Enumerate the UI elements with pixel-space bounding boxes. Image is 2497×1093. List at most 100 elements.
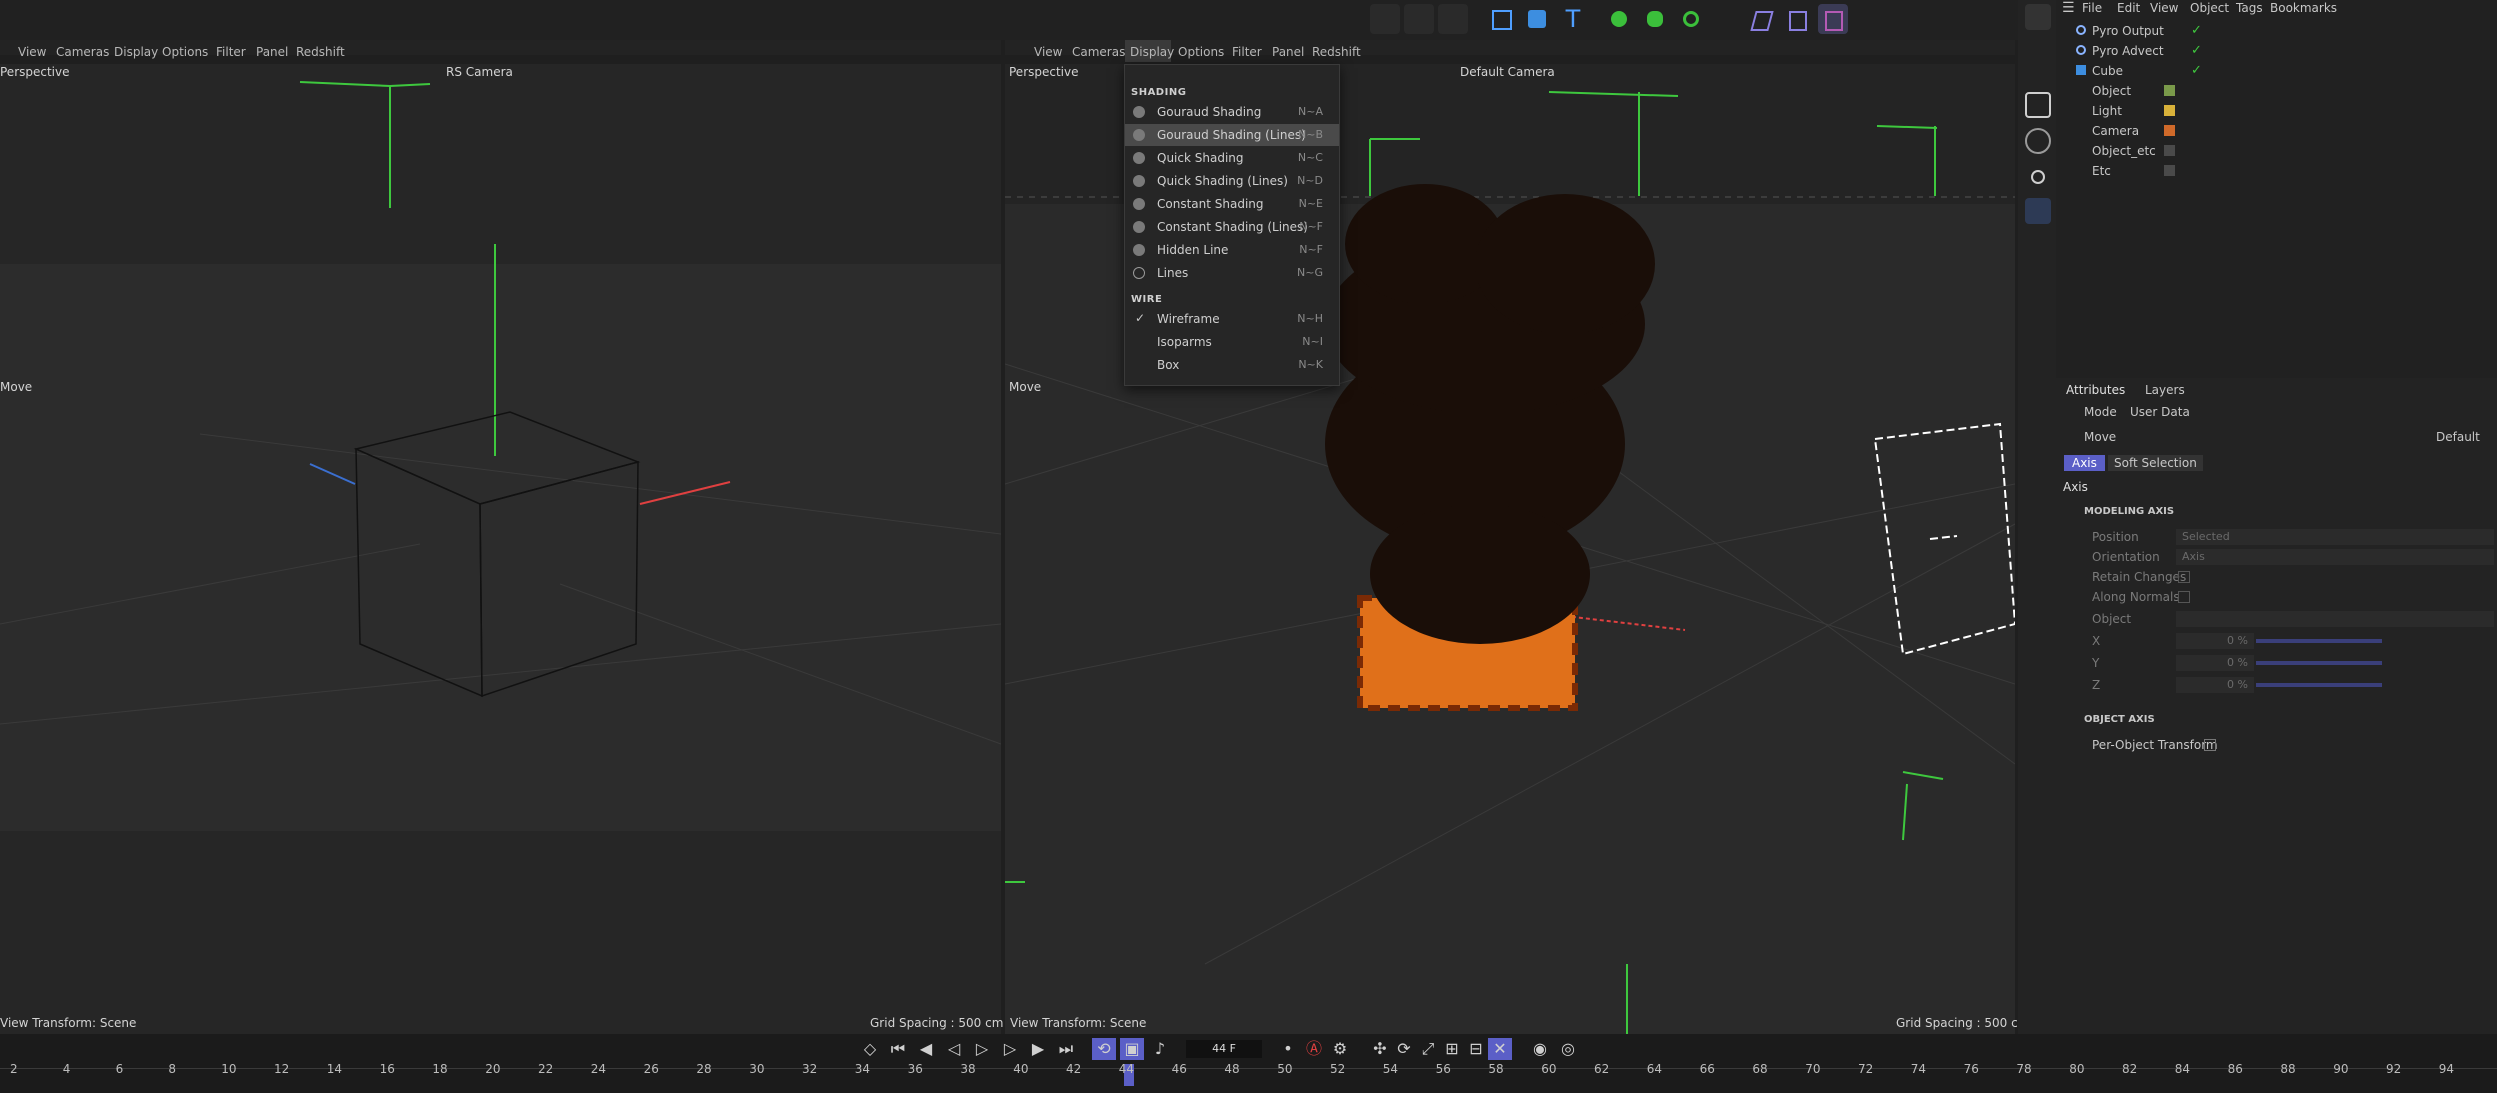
om-menu-bookmarks[interactable]: Bookmarks	[2270, 1, 2337, 15]
menu-lines[interactable]: Lines N~G	[1125, 262, 1339, 284]
menu-wireframe[interactable]: ✓ Wireframe N~H	[1125, 308, 1339, 330]
om-menu-tags[interactable]: Tags	[2236, 1, 2263, 15]
left-menu-view[interactable]: View	[18, 45, 46, 59]
key-point-icon[interactable]: ✕	[1488, 1038, 1512, 1060]
snap-settings-icon[interactable]	[2025, 602, 2051, 628]
right-menu-cameras[interactable]: Cameras	[1072, 45, 1125, 59]
right-menu-redshift[interactable]: Redshift	[1312, 45, 1361, 59]
key-scale-icon[interactable]: ⤢	[1416, 1038, 1440, 1060]
om-menu-file[interactable]: File	[2082, 1, 2102, 15]
left-menu-panel[interactable]: Panel	[256, 45, 288, 59]
z-slider[interactable]	[2256, 683, 2382, 687]
object-row-pyro-advect[interactable]: Pyro Advect ✓	[2060, 41, 2497, 61]
keyframe-settings-icon[interactable]: ⚙	[1328, 1038, 1352, 1060]
pencil-icon[interactable]	[2025, 4, 2051, 30]
key-pla-icon[interactable]: ⊟	[1464, 1038, 1488, 1060]
om-menu-edit[interactable]: Edit	[2117, 1, 2140, 15]
previous-frame-icon[interactable]: ◁	[942, 1038, 966, 1060]
x-slider[interactable]	[2256, 639, 2382, 643]
preset-dropdown[interactable]: Default	[2436, 430, 2480, 444]
right-camera-label[interactable]: Default Camera	[1460, 65, 1555, 79]
object-row-object-etc[interactable]: Object_etc	[2060, 141, 2497, 161]
keyframe-icon[interactable]: ◇	[858, 1038, 882, 1060]
snap-icon[interactable]	[2025, 566, 2051, 592]
motion-mode-icon[interactable]: ◎	[1556, 1038, 1580, 1060]
bend-icon[interactable]	[1782, 4, 1812, 34]
right-menu-display[interactable]: Display	[1130, 45, 1174, 59]
modeling-axis-header[interactable]: MODELING AXIS	[2084, 506, 2174, 517]
right-menu-panel[interactable]: Panel	[1272, 45, 1304, 59]
tab-layers[interactable]: Layers	[2145, 383, 2185, 397]
retain-changes-checkbox[interactable]	[2178, 571, 2190, 583]
left-camera-label[interactable]: RS Camera	[446, 65, 513, 79]
object-row-light[interactable]: Light	[2060, 101, 2497, 121]
previous-key-icon[interactable]: ◀	[914, 1038, 938, 1060]
menu-isoparms[interactable]: Isoparms N~I	[1125, 331, 1339, 353]
next-key-icon[interactable]: ▶	[1026, 1038, 1050, 1060]
text-icon[interactable]: T	[1558, 4, 1588, 34]
object-row-cube[interactable]: Cube ✓	[2060, 61, 2497, 81]
move-select-icon[interactable]	[1404, 4, 1434, 34]
menu-constant-shading-lines[interactable]: Constant Shading (Lines) N~F	[1125, 216, 1339, 238]
spline-icon[interactable]	[1818, 4, 1848, 34]
record-dot-icon[interactable]: •	[1276, 1038, 1300, 1060]
motion-record-icon[interactable]: ◉	[1528, 1038, 1552, 1060]
sphere-icon[interactable]	[2025, 128, 2051, 154]
loop-icon[interactable]: ⟲	[1092, 1038, 1116, 1060]
left-menu-redshift[interactable]: Redshift	[296, 45, 345, 59]
object-field[interactable]	[2176, 611, 2494, 627]
menu-hidden-line[interactable]: Hidden Line N~F	[1125, 239, 1339, 261]
attr-userdata-menu[interactable]: User Data	[2130, 405, 2190, 419]
right-menu-filter[interactable]: Filter	[1232, 45, 1262, 59]
hamburger-icon[interactable]: ☰	[2062, 0, 2075, 16]
square-icon[interactable]	[1486, 4, 1516, 34]
live-selection-icon[interactable]	[1370, 4, 1400, 34]
left-menu-filter[interactable]: Filter	[216, 45, 246, 59]
cube-icon[interactable]	[1522, 4, 1552, 34]
z-value-field[interactable]: 0 %	[2176, 677, 2254, 693]
per-object-transform-checkbox[interactable]	[2204, 739, 2216, 751]
go-to-start-icon[interactable]: ⏮	[886, 1038, 910, 1060]
om-menu-view[interactable]: View	[2150, 1, 2178, 15]
scale-icon[interactable]	[1438, 4, 1468, 34]
menu-quick-shading-lines[interactable]: Quick Shading (Lines) N~D	[1125, 170, 1339, 192]
y-slider[interactable]	[2256, 661, 2382, 665]
key-position-icon[interactable]: ✣	[1368, 1038, 1392, 1060]
left-menu-options[interactable]: Options	[162, 45, 208, 59]
current-frame-field[interactable]: 44 F	[1186, 1040, 1262, 1058]
object-row-etc[interactable]: Etc	[2060, 161, 2497, 181]
sound-icon[interactable]: ♪	[1148, 1038, 1172, 1060]
om-menu-object[interactable]: Object	[2190, 1, 2229, 15]
next-frame-icon[interactable]: ▷	[998, 1038, 1022, 1060]
object-row-camera[interactable]: Camera	[2060, 121, 2497, 141]
generator-icon[interactable]	[1604, 4, 1634, 34]
left-viewport[interactable]: Perspective RS Camera Move	[0, 64, 1001, 1034]
molecule-icon[interactable]	[2025, 198, 2051, 224]
left-menu-cameras[interactable]: Cameras	[56, 45, 109, 59]
light-icon[interactable]	[2025, 164, 2051, 190]
cloner-icon[interactable]	[1640, 4, 1670, 34]
play-icon[interactable]: ▷	[970, 1038, 994, 1060]
right-menu-view[interactable]: View	[1034, 45, 1062, 59]
object-row-object[interactable]: Object	[2060, 81, 2497, 101]
menu-box[interactable]: Box N~K	[1125, 354, 1339, 376]
along-normals-checkbox[interactable]	[2178, 591, 2190, 603]
orientation-field[interactable]: Axis	[2176, 549, 2494, 565]
attr-mode-menu[interactable]: Mode	[2084, 405, 2117, 419]
subtab-soft-selection[interactable]: Soft Selection	[2108, 455, 2203, 471]
menu-gouraud-shading-lines[interactable]: Gouraud Shading (Lines) N~B	[1125, 124, 1339, 146]
range-icon[interactable]: ▣	[1120, 1038, 1144, 1060]
object-axis-header[interactable]: OBJECT AXIS	[2084, 714, 2155, 725]
subtab-axis[interactable]: Axis	[2064, 455, 2105, 471]
menu-gouraud-shading[interactable]: Gouraud Shading N~A	[1125, 101, 1339, 123]
go-to-end-icon[interactable]: ⏭	[1054, 1038, 1078, 1060]
deformer-icon[interactable]	[1746, 4, 1776, 34]
right-menu-options[interactable]: Options	[1178, 45, 1224, 59]
effector-icon[interactable]	[1676, 4, 1706, 34]
autokey-icon[interactable]: Ⓐ	[1302, 1038, 1326, 1060]
y-value-field[interactable]: 0 %	[2176, 655, 2254, 671]
tab-attributes[interactable]: Attributes	[2066, 383, 2125, 397]
position-field[interactable]: Selected	[2176, 529, 2494, 545]
camera-icon[interactable]	[2025, 92, 2051, 118]
key-param-icon[interactable]: ⊞	[1440, 1038, 1464, 1060]
